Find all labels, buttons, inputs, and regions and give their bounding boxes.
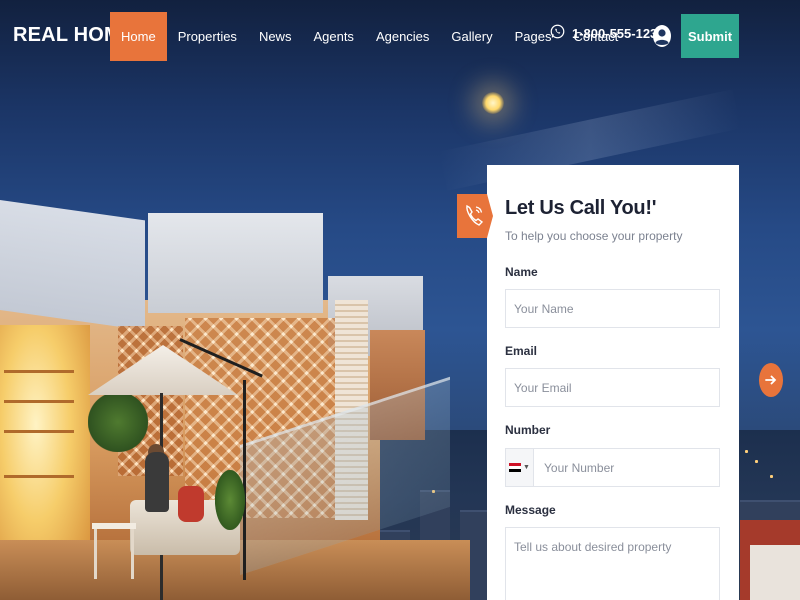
number-placeholder: Your Number	[544, 460, 615, 475]
phone-contact[interactable]: 1-800-555-1234	[550, 24, 665, 42]
caret-down-icon: ▼	[523, 464, 530, 471]
egypt-flag-icon	[509, 463, 522, 472]
potted-tree	[88, 392, 148, 452]
nav-item-properties[interactable]: Properties	[167, 12, 248, 61]
white-house-wall	[750, 545, 800, 600]
nav-item-agents[interactable]: Agents	[302, 12, 364, 61]
form-subtitle: To help you choose your property	[505, 229, 683, 243]
phone-call-icon	[457, 194, 493, 238]
country-code-selector[interactable]: ▼	[506, 449, 534, 486]
moon	[482, 92, 504, 114]
name-field[interactable]: Your Name	[505, 289, 720, 328]
user-icon[interactable]	[652, 24, 672, 48]
nav-item-gallery[interactable]: Gallery	[440, 12, 503, 61]
slider-next-button[interactable]	[759, 363, 783, 397]
person	[145, 452, 169, 512]
phone-number: 1-800-555-1234	[572, 25, 665, 41]
message-placeholder: Tell us about desired property	[514, 540, 672, 554]
plant	[215, 470, 245, 530]
table-leg	[94, 529, 97, 579]
number-field[interactable]: ▼ Your Number	[505, 448, 720, 487]
arrow-right-icon	[765, 375, 777, 385]
call-back-form: Let Us Call You!' To help you choose you…	[487, 165, 739, 600]
whatsapp-icon	[550, 24, 572, 42]
name-label: Name	[505, 265, 538, 279]
building-roof	[0, 200, 145, 331]
email-placeholder: Your Email	[514, 380, 572, 395]
name-placeholder: Your Name	[514, 301, 574, 316]
nav-item-news[interactable]: News	[248, 12, 303, 61]
nav-item-home[interactable]: Home	[110, 12, 167, 61]
email-field[interactable]: Your Email	[505, 368, 720, 407]
message-label: Message	[505, 503, 556, 517]
table-leg	[131, 529, 134, 579]
nav-item-agencies[interactable]: Agencies	[365, 12, 440, 61]
child	[178, 486, 204, 522]
number-label: Number	[505, 423, 551, 437]
lit-room	[0, 325, 90, 575]
email-label: Email	[505, 344, 538, 358]
message-field[interactable]: Tell us about desired property	[505, 527, 720, 600]
submit-button[interactable]: Submit	[681, 14, 739, 58]
form-title: Let Us Call You!'	[505, 197, 657, 219]
side-table	[92, 523, 136, 529]
top-navbar: REAL HOME Home Properties News Agents Ag…	[0, 0, 800, 72]
building-upper-block	[148, 213, 323, 313]
